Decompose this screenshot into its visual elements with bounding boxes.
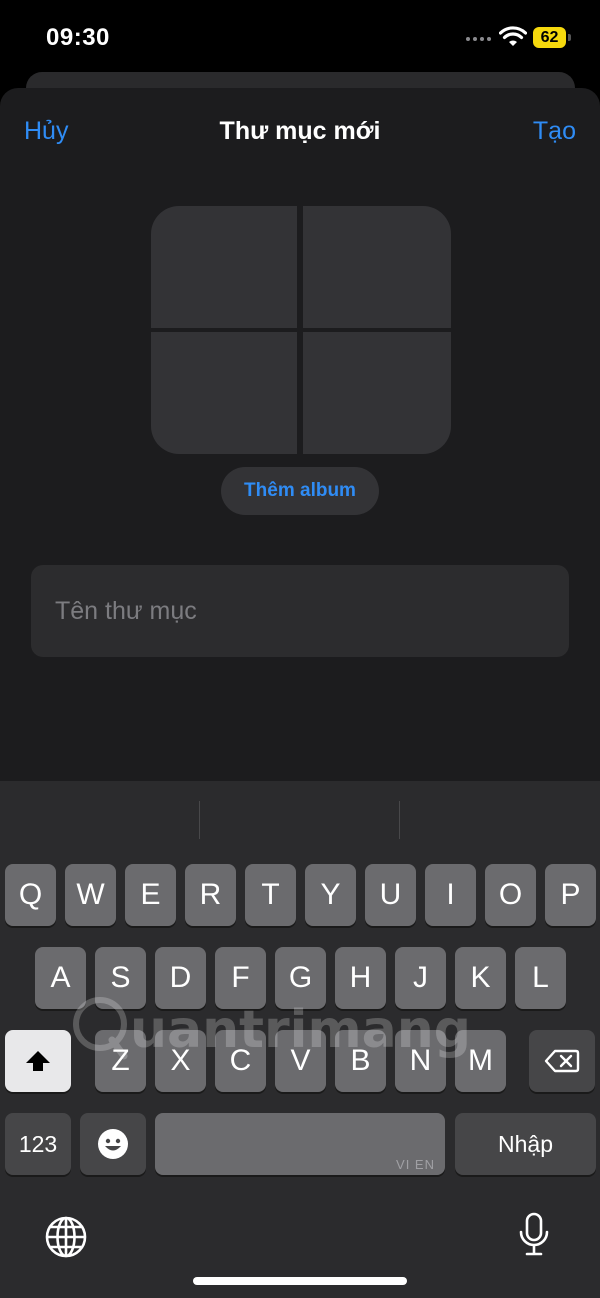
- return-key[interactable]: Nhập: [455, 1113, 596, 1175]
- key-j[interactable]: J: [395, 947, 446, 1009]
- status-time: 09:30: [46, 24, 110, 51]
- microphone-icon[interactable]: [517, 1212, 551, 1260]
- key-v[interactable]: V: [275, 1030, 326, 1092]
- add-album-button[interactable]: Thêm album: [221, 467, 379, 515]
- key-k[interactable]: K: [455, 947, 506, 1009]
- key-m[interactable]: M: [455, 1030, 506, 1092]
- signal-dots-icon: [466, 37, 492, 43]
- key-c[interactable]: C: [215, 1030, 266, 1092]
- key-q[interactable]: Q: [5, 864, 56, 926]
- key-o[interactable]: O: [485, 864, 536, 926]
- key-g[interactable]: G: [275, 947, 326, 1009]
- numbers-key[interactable]: 123: [5, 1113, 71, 1175]
- folder-thumbnail-grid: [151, 206, 451, 454]
- emoji-key[interactable]: [80, 1113, 146, 1175]
- page-title: Thư mục mới: [219, 117, 381, 145]
- key-b[interactable]: B: [335, 1030, 386, 1092]
- cancel-button[interactable]: Hủy: [24, 117, 68, 146]
- key-l[interactable]: L: [515, 947, 566, 1009]
- thumbnail-cell: [303, 206, 451, 328]
- key-a[interactable]: A: [35, 947, 86, 1009]
- key-h[interactable]: H: [335, 947, 386, 1009]
- key-y[interactable]: Y: [305, 864, 356, 926]
- shift-key[interactable]: [5, 1030, 71, 1092]
- status-bar: 09:30 62: [0, 0, 600, 80]
- space-language-label: VI EN: [396, 1157, 435, 1172]
- folder-name-input[interactable]: [31, 565, 569, 657]
- prediction-divider: [399, 801, 400, 839]
- prediction-divider: [199, 801, 200, 839]
- wifi-icon: [499, 26, 527, 46]
- key-w[interactable]: W: [65, 864, 116, 926]
- key-d[interactable]: D: [155, 947, 206, 1009]
- key-f[interactable]: F: [215, 947, 266, 1009]
- shift-icon: [26, 1051, 50, 1071]
- battery-level: 62: [533, 27, 566, 48]
- thumbnail-cell: [151, 206, 297, 328]
- key-r[interactable]: R: [185, 864, 236, 926]
- key-n[interactable]: N: [395, 1030, 446, 1092]
- delete-key[interactable]: [529, 1030, 595, 1092]
- thumbnail-cell: [303, 332, 451, 454]
- key-t[interactable]: T: [245, 864, 296, 926]
- globe-icon[interactable]: [44, 1215, 88, 1259]
- key-u[interactable]: U: [365, 864, 416, 926]
- key-i[interactable]: I: [425, 864, 476, 926]
- emoji-icon: [98, 1129, 128, 1159]
- thumbnail-cell: [151, 332, 297, 454]
- key-x[interactable]: X: [155, 1030, 206, 1092]
- folder-name-field[interactable]: [31, 565, 569, 657]
- key-s[interactable]: S: [95, 947, 146, 1009]
- battery-icon: 62: [533, 27, 571, 48]
- backspace-icon: [544, 1049, 580, 1073]
- create-button[interactable]: Tạo: [533, 117, 576, 146]
- key-p[interactable]: P: [545, 864, 596, 926]
- space-key[interactable]: VI EN: [155, 1113, 445, 1175]
- key-e[interactable]: E: [125, 864, 176, 926]
- key-z[interactable]: Z: [95, 1030, 146, 1092]
- home-indicator: [193, 1277, 407, 1285]
